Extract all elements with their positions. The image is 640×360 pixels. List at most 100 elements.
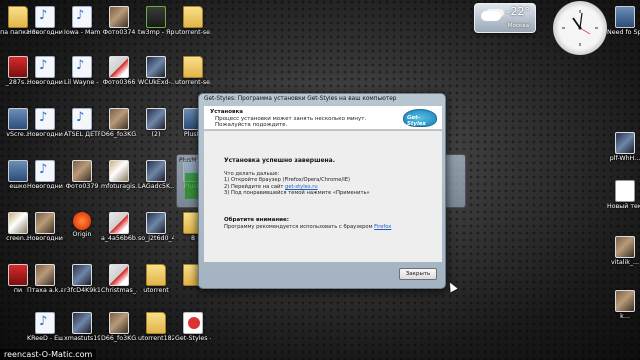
desktop-icon[interactable]: Фото0374 [101, 6, 137, 36]
desktop-icon[interactable]: Новогодние Настроен... [27, 56, 63, 86]
photo2-icon [72, 264, 92, 286]
desktop-icon[interactable]: ATSEL ДЕТРОЙТ... [64, 108, 100, 138]
txt-icon [615, 180, 635, 202]
desktop-icon[interactable]: Фото0366 [101, 56, 137, 86]
desktop-icon[interactable]: WCUkExd-... [138, 56, 174, 86]
desktop-icon[interactable]: Christmas_... [101, 264, 137, 294]
desktop-icon[interactable]: so_j2t6d0_4 [138, 212, 174, 242]
weather-city: Москва [507, 23, 529, 29]
photo-icon [615, 236, 635, 258]
photo2-icon [146, 212, 166, 234]
photo2-icon [146, 160, 166, 182]
desktop-icon-label: Новый текстов... [607, 203, 640, 210]
desktop-icon[interactable]: Новогодние Настроен... [27, 6, 63, 36]
desktop-icon[interactable]: Фото0379 [64, 160, 100, 190]
note-text: Программу рекомендуется использовать с б… [224, 224, 391, 230]
desktop-icon-label: Need fo Speed Mo... [607, 29, 640, 36]
mp3-icon [72, 6, 92, 28]
desktop-icon-label: WCUkExd-... [138, 79, 174, 86]
desktop-icon-label: Новогодние Настроен... [27, 183, 63, 190]
app2-icon [8, 264, 28, 286]
app-icon [8, 108, 28, 130]
desktop-icon-label: D66_fo3KG... [101, 131, 137, 138]
desktop-icon[interactable]: utorrent-se... [175, 6, 211, 36]
desktop-icon[interactable]: Iowa - Mama [64, 6, 100, 36]
dialog-title: Get-Styles: Программа установки Get-Styl… [204, 96, 397, 102]
desktop-icon[interactable]: r3fcD4K9k1g [64, 264, 100, 294]
desktop-icon[interactable]: Новый текстов... [607, 180, 640, 210]
desktop-icon[interactable]: Get-Styles - темы для ... [175, 312, 211, 342]
mp3-icon [35, 312, 55, 334]
desktop-icon-label: D66_fo3KG... [101, 335, 137, 342]
desktop-icon-label: utorrent-se... [175, 79, 211, 86]
folder-icon [183, 56, 203, 78]
desktop-icon[interactable]: Need fo Speed Mo... [607, 6, 640, 36]
progress-icon [185, 173, 199, 199]
note-text-body: Программу рекомендуется использовать с б… [224, 224, 375, 230]
desktop-icon[interactable]: k... [607, 290, 640, 320]
logo-text: Get-Styles [407, 115, 426, 127]
clock-face-icon [562, 10, 598, 46]
step-3: 3) Под понравившейся темой нажмите «Прим… [224, 190, 370, 197]
site-link[interactable]: get-styles.ru [285, 184, 318, 190]
desktop-icon-label: a_4a56b6b... [101, 235, 137, 242]
step-2-text: 2) Перейдите на сайт [224, 183, 286, 190]
desktop-icon[interactable]: Новогодние Настроен... [27, 212, 63, 242]
desktop-icon-label: Get-Styles - темы для ... [175, 335, 211, 342]
desktop-icon[interactable]: Птаха a.k.a. Заунд - ... [27, 264, 63, 294]
photo-icon [109, 108, 129, 130]
close-button[interactable]: Закрыть [399, 268, 437, 280]
desktop-icon-label: xmastuts19 [64, 335, 100, 342]
photo-icon [72, 160, 92, 182]
clock-gadget[interactable] [553, 1, 607, 55]
desktop-icon[interactable]: utorrent-se... [175, 56, 211, 86]
desktop-icon[interactable]: D66_fo3KG... [101, 108, 137, 138]
app2-icon [8, 56, 28, 78]
desktop-icon[interactable]: Новогодние Настроен... [27, 108, 63, 138]
desktop-icon-label: so_j2t6d0_4 [138, 235, 174, 242]
desktop-icon-label: Фото0366 [102, 79, 136, 86]
desktop-icon[interactable]: utorrent [138, 264, 174, 294]
desktop-icon-label: Птаха a.k.a. Заунд - ... [27, 287, 63, 294]
weather-gadget[interactable]: -22° Москва [474, 3, 536, 33]
firefox-link[interactable]: Firefox [374, 224, 391, 230]
desktop-icon[interactable]: tw3mp - Ярлык [138, 6, 174, 36]
desktop-icon[interactable]: xmastuts19 [64, 312, 100, 342]
photo2-icon [72, 312, 92, 334]
desktop-icon[interactable]: utorrent182 [138, 312, 174, 342]
desktop-icon-label: Christmas_... [101, 287, 137, 294]
note-title: Обратите внимание: [224, 217, 289, 223]
photo2-icon [615, 132, 635, 154]
desktop-icon[interactable]: vitalik_... [607, 236, 640, 266]
desktop-icon[interactable]: D66_fo3KG... [101, 312, 137, 342]
red-icon [73, 212, 91, 230]
desktop-icon[interactable]: LAGadc5K... [138, 160, 174, 190]
nw-icon [146, 6, 166, 28]
photo4-icon [109, 212, 129, 234]
desktop-icon-label: vitalik_... [610, 259, 640, 266]
desktop-icon[interactable]: KReeD - Ещё... [27, 312, 63, 342]
desktop-icon-label: KReeD - Ещё... [27, 335, 63, 342]
desktop-icon[interactable]: Lil Wayne - A Milli (Dubst... [64, 56, 100, 86]
gs-icon [183, 312, 203, 334]
photo-icon [615, 290, 635, 312]
desktop-icon[interactable]: plf-WhH... [607, 132, 640, 162]
get-styles-logo-icon: Get-Styles [403, 109, 437, 127]
header-title: Установка [210, 109, 243, 115]
desktop-icon-label: utorrent [143, 287, 169, 294]
desktop-icon-label: utorrent182 [138, 335, 174, 342]
success-message: Установка успешно завершена. [224, 157, 336, 164]
desktop-icon[interactable]: Origin [64, 212, 100, 238]
photo-icon [109, 6, 129, 28]
dialog-header: Установка Процесс установки может занять… [204, 106, 442, 130]
desktop-icon[interactable]: (2) [138, 108, 174, 138]
desktop-icon-label: mfoturagis... [101, 183, 137, 190]
desktop-icon[interactable]: Новогодние Настроен... [27, 160, 63, 190]
mp3-icon [35, 6, 55, 28]
folder-icon [146, 264, 166, 286]
desktop-icon-label: Новогодние Настроен... [27, 235, 63, 242]
desktop-icon[interactable]: a_4a56b6b... [101, 212, 137, 242]
photo4-icon [109, 56, 129, 78]
desktop-icon[interactable]: mfoturagis... [101, 160, 137, 190]
mp3-icon [35, 160, 55, 182]
